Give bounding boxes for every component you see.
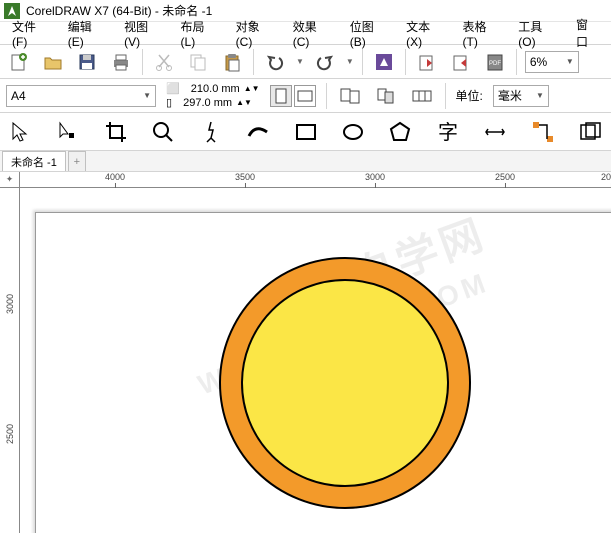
separator bbox=[516, 49, 517, 75]
print-button[interactable] bbox=[108, 49, 134, 75]
orientation-group bbox=[270, 85, 316, 107]
menu-tools[interactable]: 工具(O) bbox=[510, 16, 566, 51]
portrait-button[interactable] bbox=[270, 85, 292, 107]
menu-edit[interactable]: 编辑(E) bbox=[60, 16, 114, 51]
pick-tool[interactable] bbox=[6, 117, 35, 147]
shape-tool[interactable] bbox=[53, 117, 82, 147]
freehand-tool[interactable] bbox=[196, 117, 225, 147]
spinner-icon[interactable]: ▲▼ bbox=[236, 98, 252, 107]
separator bbox=[445, 83, 446, 109]
connector-tool[interactable] bbox=[528, 117, 557, 147]
document-tab[interactable]: 未命名 -1 bbox=[2, 151, 66, 171]
new-button[interactable] bbox=[6, 49, 32, 75]
dimension-tool[interactable] bbox=[481, 117, 510, 147]
open-button[interactable] bbox=[40, 49, 66, 75]
tab-label: 未命名 -1 bbox=[11, 154, 57, 170]
ruler-tick: 2000 bbox=[601, 172, 611, 182]
export-button[interactable] bbox=[448, 49, 474, 75]
menu-file[interactable]: 文件(F) bbox=[4, 16, 58, 51]
svg-text:字: 字 bbox=[438, 121, 458, 144]
units-label: 单位: bbox=[456, 87, 483, 104]
tool-toolbar: 字 bbox=[0, 112, 611, 150]
separator bbox=[253, 49, 254, 75]
separator bbox=[362, 49, 363, 75]
paper-size-dropdown[interactable]: A4 ▼ bbox=[6, 85, 156, 107]
redo-button[interactable] bbox=[312, 49, 338, 75]
copy-button[interactable] bbox=[185, 49, 211, 75]
dropdown-arrow-icon: ▼ bbox=[566, 57, 574, 66]
cut-button[interactable] bbox=[151, 49, 177, 75]
drawing-shapes[interactable] bbox=[215, 253, 475, 513]
width-icon: ⬜ bbox=[166, 82, 180, 95]
units-dropdown[interactable]: 毫米 ▼ bbox=[493, 85, 549, 107]
publish-pdf-button[interactable]: PDF bbox=[482, 49, 508, 75]
rectangle-tool[interactable] bbox=[291, 117, 320, 147]
ruler-tick: 2500 bbox=[5, 424, 15, 444]
current-page-button[interactable] bbox=[373, 83, 399, 109]
menu-table[interactable]: 表格(T) bbox=[455, 16, 509, 51]
facing-pages-button[interactable] bbox=[409, 83, 435, 109]
zoom-dropdown[interactable]: 6% ▼ bbox=[525, 51, 579, 73]
height-icon: ▯ bbox=[166, 96, 172, 109]
artistic-media-tool[interactable] bbox=[243, 117, 272, 147]
page-dimensions: ⬜ ▲▼ ▯ ▲▼ bbox=[166, 82, 260, 109]
ruler-tick: 3000 bbox=[365, 172, 385, 182]
menu-object[interactable]: 对象(C) bbox=[228, 16, 283, 51]
ruler-tick: 2500 bbox=[495, 172, 515, 182]
property-bar: A4 ▼ ⬜ ▲▼ ▯ ▲▼ 单位: 毫米 ▼ bbox=[0, 78, 611, 112]
landscape-button[interactable] bbox=[294, 85, 316, 107]
import-button[interactable] bbox=[414, 49, 440, 75]
crop-tool[interactable] bbox=[101, 117, 130, 147]
svg-text:PDF: PDF bbox=[489, 61, 501, 67]
zoom-tool[interactable] bbox=[148, 117, 177, 147]
dropdown-arrow-icon: ▼ bbox=[536, 91, 544, 100]
inner-circle-shape[interactable] bbox=[242, 280, 448, 486]
menu-bitmap[interactable]: 位图(B) bbox=[342, 16, 396, 51]
menu-layout[interactable]: 布局(L) bbox=[173, 16, 226, 51]
page-height-input[interactable] bbox=[176, 96, 232, 109]
horizontal-ruler[interactable]: 4000 3500 3000 2500 2000 bbox=[20, 172, 611, 188]
spinner-icon[interactable]: ▲▼ bbox=[244, 84, 260, 93]
ellipse-tool[interactable] bbox=[338, 117, 367, 147]
polygon-tool[interactable] bbox=[386, 117, 415, 147]
menubar: 文件(F) 编辑(E) 视图(V) 布局(L) 对象(C) 效果(C) 位图(B… bbox=[0, 22, 611, 44]
ruler-tick: 4000 bbox=[105, 172, 125, 182]
ruler-origin[interactable]: ✦ bbox=[0, 172, 20, 188]
effects-tool[interactable] bbox=[576, 117, 605, 147]
canvas[interactable]: 软件自学网 WWW.RJZXW.COM bbox=[20, 188, 611, 533]
undo-dropdown-icon[interactable]: ▼ bbox=[296, 57, 304, 66]
vertical-ruler[interactable]: 3000 2500 bbox=[0, 188, 20, 533]
text-tool[interactable]: 字 bbox=[433, 117, 462, 147]
menu-text[interactable]: 文本(X) bbox=[398, 16, 452, 51]
add-tab-button[interactable]: + bbox=[68, 151, 86, 171]
paper-size-value: A4 bbox=[11, 89, 26, 103]
dropdown-arrow-icon: ▼ bbox=[143, 91, 151, 100]
document-tabs: 未命名 -1 + bbox=[0, 150, 611, 172]
menu-window[interactable]: 窗口 bbox=[568, 14, 607, 52]
menu-effect[interactable]: 效果(C) bbox=[285, 16, 340, 51]
zoom-value: 6% bbox=[530, 55, 547, 69]
paste-button[interactable] bbox=[219, 49, 245, 75]
undo-button[interactable] bbox=[262, 49, 288, 75]
save-button[interactable] bbox=[74, 49, 100, 75]
page-width-input[interactable] bbox=[184, 82, 240, 95]
menu-view[interactable]: 视图(V) bbox=[116, 16, 170, 51]
canvas-area: ✦ 4000 3500 3000 2500 2000 3000 2500 软件自… bbox=[0, 172, 611, 533]
units-value: 毫米 bbox=[498, 87, 522, 104]
ruler-tick: 3500 bbox=[235, 172, 255, 182]
separator bbox=[142, 49, 143, 75]
all-pages-button[interactable] bbox=[337, 83, 363, 109]
redo-dropdown-icon[interactable]: ▼ bbox=[346, 57, 354, 66]
separator bbox=[405, 49, 406, 75]
separator bbox=[326, 83, 327, 109]
search-content-button[interactable] bbox=[371, 49, 397, 75]
ruler-tick: 3000 bbox=[5, 294, 15, 314]
